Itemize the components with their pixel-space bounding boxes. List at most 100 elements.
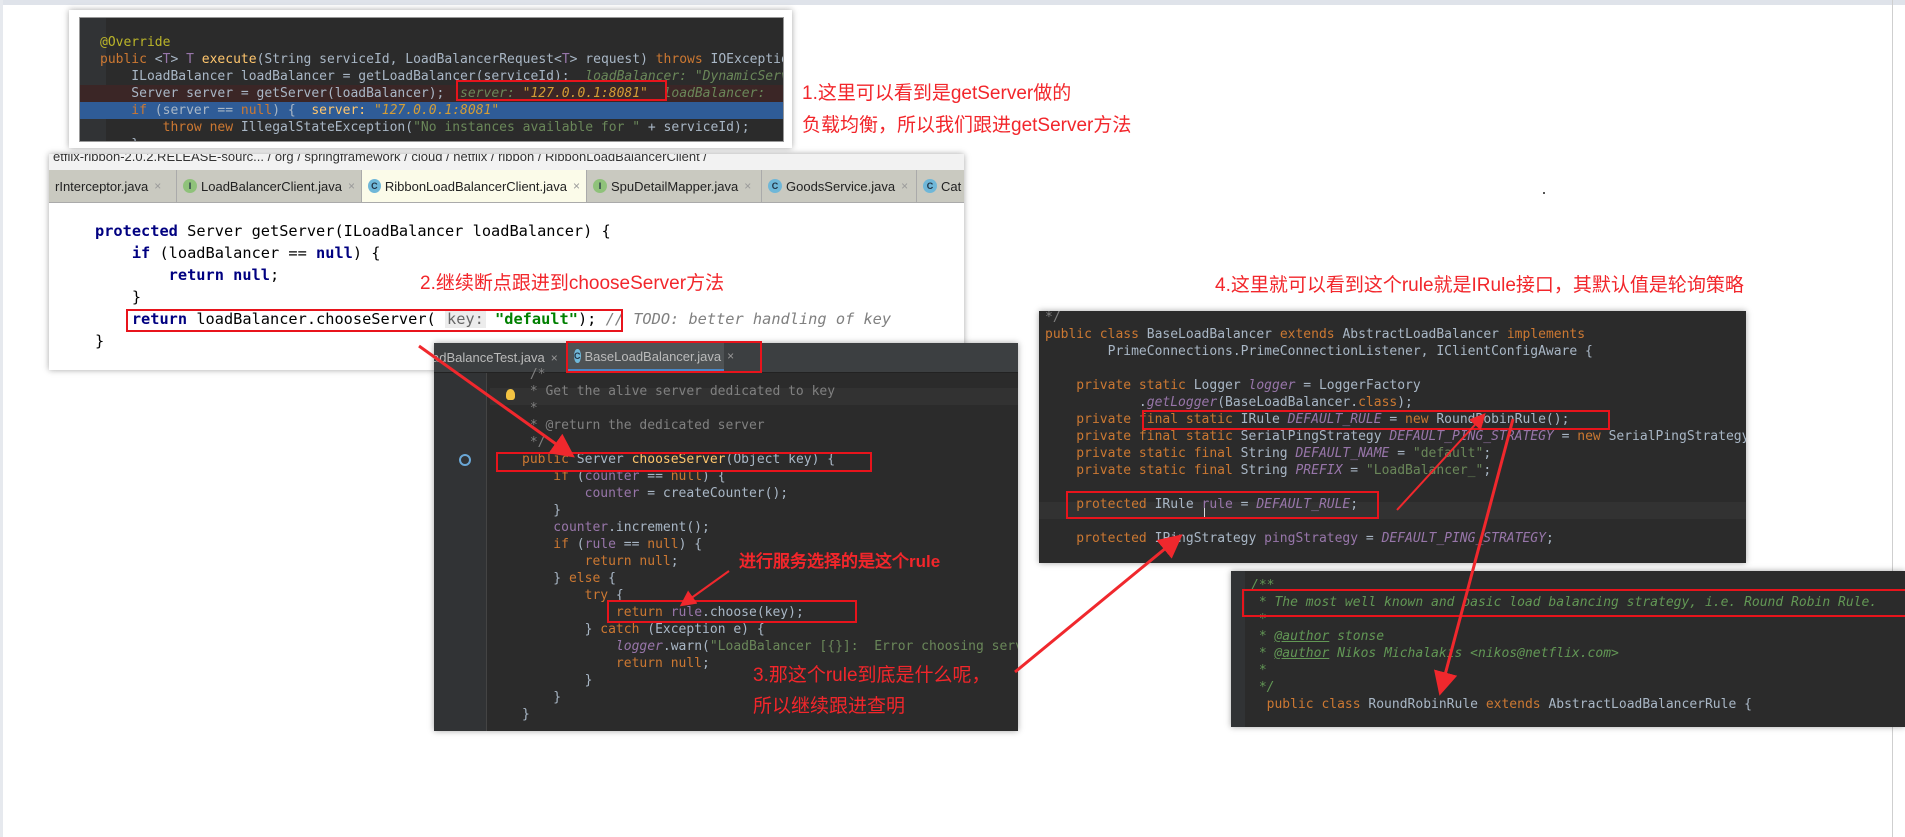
- code-token: implements: [1506, 327, 1586, 342]
- gutter: [434, 373, 487, 731]
- code-token: if: [95, 244, 160, 262]
- class-file-icon: C: [368, 179, 381, 193]
- code-token: protected: [1045, 531, 1155, 546]
- tab-ribbonloadbalancerclient-java[interactable]: C RibbonLoadBalancerClient.java ×: [362, 170, 587, 202]
- code-token: * @return the dedicated server: [522, 418, 765, 433]
- code-token: if: [100, 103, 155, 118]
- code-token: DEFAULT_PING_STRATEGY: [1389, 429, 1554, 444]
- code-line: private static final String PREFIX = "Lo…: [1045, 462, 1746, 479]
- code-token: }: [522, 622, 601, 637]
- code-token: (server ==: [154, 103, 241, 118]
- code-token: }: [522, 571, 569, 586]
- close-tab-icon[interactable]: ×: [551, 351, 558, 365]
- debug-execute-screenshot: @Override public <T> T execute(String ser…: [69, 10, 792, 148]
- tab-cat[interactable]: C Cat: [917, 170, 964, 202]
- code-token: return null: [522, 656, 703, 671]
- code-token: = LoggerFactory: [1295, 378, 1421, 393]
- code-token: return null: [522, 554, 671, 569]
- close-tab-icon[interactable]: ×: [348, 179, 355, 193]
- code-token: throw new: [100, 120, 241, 135]
- code-token: IPingStrategy: [1154, 531, 1265, 546]
- highlight-choose-server-method: [496, 452, 872, 472]
- code-token: AbstractLoadBalancerRule {: [1548, 697, 1752, 712]
- code-token: BaseLoadBalancer: [1146, 327, 1280, 342]
- code-token: private final static: [1045, 429, 1241, 444]
- code-token: /*: [522, 367, 546, 382]
- code-token: IOException {: [710, 52, 783, 67]
- code-token: @author: [1274, 629, 1330, 644]
- code-token: execute: [201, 52, 257, 67]
- code-token: T: [561, 52, 570, 67]
- code-token: RoundRobinRule: [1368, 697, 1486, 712]
- code-line: * Get the alive server dedicated to key: [522, 383, 1018, 400]
- code-line: .getLogger(BaseLoadBalancer.class);: [1045, 394, 1746, 411]
- close-tab-icon[interactable]: ×: [901, 179, 908, 193]
- highlight-default-rule: [1142, 410, 1610, 430]
- code-token: PREFIX: [1295, 463, 1343, 478]
- code-token: logger: [522, 639, 663, 654]
- code-line: private final static SerialPingStrategy …: [1045, 428, 1746, 445]
- code-line: @Override: [100, 34, 783, 51]
- lightbulb-icon[interactable]: [506, 389, 515, 400]
- code-token: (: [576, 537, 585, 552]
- stray-dot: [1543, 192, 1545, 194]
- code-token: {: [608, 571, 616, 586]
- code-token: SerialPingStrategy: [1240, 429, 1390, 444]
- close-tab-icon[interactable]: ×: [573, 179, 580, 193]
- code-line: *: [522, 400, 1018, 417]
- code-token: Server getServer(ILoadBalancer loadBalan…: [187, 222, 611, 240]
- code-line: */: [1251, 679, 1877, 696]
- annotation-3-line-2: 所以继续跟进查明: [753, 696, 906, 717]
- code-token: *: [1251, 629, 1275, 644]
- code-token: SerialPingStrategy();: [1608, 429, 1746, 444]
- breadcrumb: etflix-ribbon-2.0.2.RELEASE-sourc... / o…: [49, 154, 964, 170]
- code-token: }: [522, 707, 530, 722]
- code-token: counter: [522, 520, 609, 535]
- code-token: = createCounter();: [639, 486, 789, 501]
- code-token: */: [1251, 680, 1275, 695]
- tab-spudetailmapper-java[interactable]: I SpuDetailMapper.java ×: [587, 170, 762, 202]
- close-tab-icon[interactable]: ×: [744, 179, 751, 193]
- tab-rinterceptor-java[interactable]: rInterceptor.java ×: [49, 170, 177, 202]
- override-gutter-icon[interactable]: [459, 454, 471, 466]
- class-file-icon: C: [768, 179, 782, 193]
- highlight-base-tab: [566, 341, 762, 373]
- code-token: null: [647, 537, 679, 552]
- code-token: ;: [1483, 463, 1492, 478]
- code-line: public class BaseLoadBalancer extends Ab…: [1045, 326, 1746, 343]
- code-token: catch: [600, 622, 648, 637]
- code-token: + serviceId);: [640, 120, 750, 135]
- code-token: ) {: [272, 103, 312, 118]
- base-load-balancer-fields: */public class BaseLoadBalancer extends …: [1039, 311, 1746, 563]
- code-line: }: [100, 136, 783, 141]
- tab-loadbalancerclient-java[interactable]: I LoadBalancerClient.java ×: [177, 170, 362, 202]
- code-token: }: [522, 690, 562, 705]
- code-line: ILoadBalancer loadBalancer = getLoadBala…: [100, 68, 783, 85]
- tab-label: LoadBalancerClient.java: [201, 178, 342, 194]
- tab-label: adBalanceTest.java: [434, 350, 545, 365]
- tab-goodsservice-java[interactable]: C GoodsService.java ×: [762, 170, 917, 202]
- code-token: Nikos Michalakis <nikos@netflix.com>: [1329, 646, 1619, 661]
- code-token: Logger: [1193, 378, 1249, 393]
- page-top-strip: [0, 0, 1905, 5]
- code-line: counter.increment();: [522, 519, 1018, 536]
- code-token: counter: [522, 486, 640, 501]
- code-token: ;: [670, 554, 679, 569]
- code-token: // TODO: better handling of key: [605, 310, 892, 328]
- code-token: IllegalStateException(: [240, 120, 414, 135]
- close-tab-icon[interactable]: ×: [154, 179, 161, 193]
- code-token: >: [170, 52, 187, 67]
- code-token: ;: [702, 656, 710, 671]
- code-token: private static final: [1045, 446, 1241, 461]
- breadcrumb-path[interactable]: etflix-ribbon-2.0.2.RELEASE-sourc... / o…: [53, 154, 707, 164]
- code-token: }: [95, 332, 105, 350]
- code-token: =: [1389, 446, 1413, 461]
- code-token: @author: [1274, 646, 1330, 661]
- code-token: protected: [95, 222, 188, 240]
- code-token: *: [522, 401, 538, 416]
- code-token: (BaseLoadBalancer.: [1217, 395, 1359, 410]
- code-token: T: [186, 52, 202, 67]
- code-token: public class: [1251, 697, 1369, 712]
- code-line: counter = createCounter();: [522, 485, 1018, 502]
- code-token: }: [522, 673, 593, 688]
